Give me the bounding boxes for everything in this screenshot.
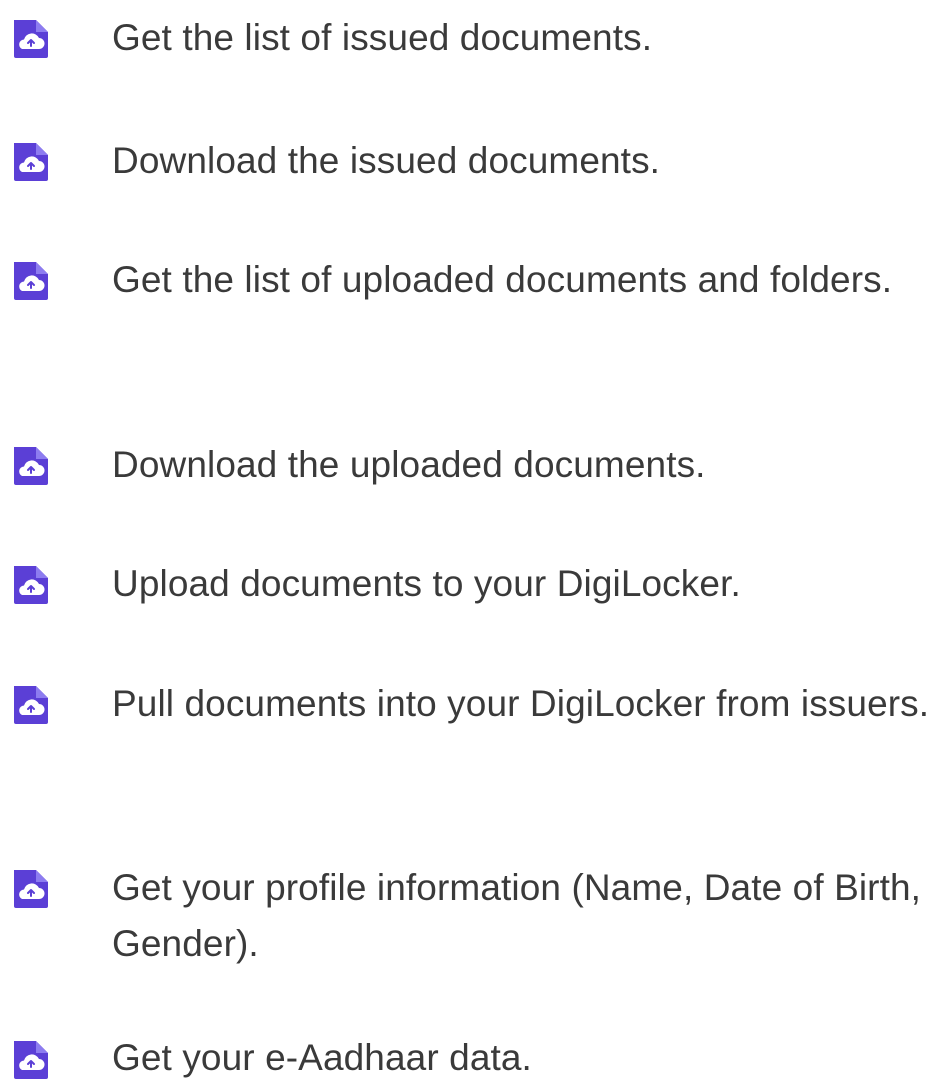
permission-label: Get your profile information (Name, Date… (112, 867, 922, 964)
cloud-document-icon (8, 866, 54, 912)
permission-label: Download the issued documents. (112, 140, 661, 181)
cloud-document-icon (8, 258, 54, 304)
permission-label: Get the list of issued documents. (112, 17, 653, 58)
permission-list: Get the list of issued documents. Downlo… (0, 0, 949, 1091)
cloud-document-icon (8, 562, 54, 608)
permission-label: Get the list of uploaded documents and f… (112, 259, 893, 300)
permission-label: Pull documents into your DigiLocker from… (112, 683, 930, 724)
cloud-document-icon (8, 443, 54, 489)
cloud-document-icon (8, 1037, 54, 1083)
permission-label: Download the uploaded documents. (112, 444, 706, 485)
cloud-document-icon (8, 139, 54, 185)
cloud-document-icon (8, 16, 54, 62)
permission-label: Upload documents to your DigiLocker. (112, 563, 741, 604)
permission-label: Get your e-Aadhaar data. (112, 1037, 532, 1078)
cloud-document-icon (8, 682, 54, 728)
